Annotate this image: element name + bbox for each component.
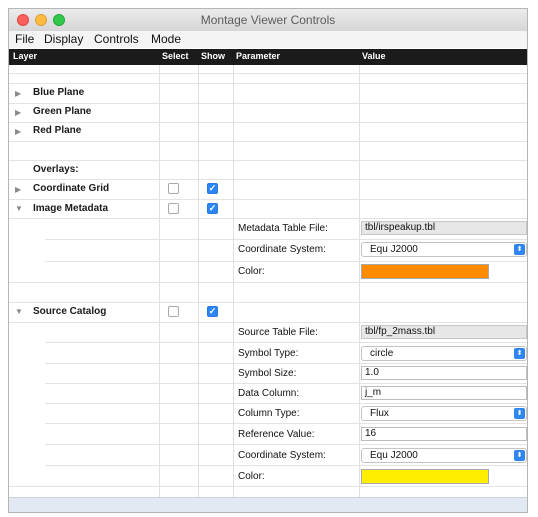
data-column-label: Data Column: <box>238 388 300 399</box>
source-table-file-field[interactable]: tbl/fp_2mass.tbl <box>361 325 527 339</box>
catalog-coordinate-system-select[interactable]: Equ J2000 ⬍ <box>361 448 527 463</box>
row-divider <box>9 141 527 142</box>
dropdown-arrow-icon: ⬍ <box>514 244 525 255</box>
row-divider <box>9 486 527 487</box>
expand-green-plane-icon[interactable]: ▶ <box>15 108 21 117</box>
dropdown-arrow-icon: ⬍ <box>514 348 525 359</box>
table-header: Layer Select Show Parameter Value <box>9 49 527 65</box>
row-divider <box>9 302 527 303</box>
row-divider <box>45 403 527 404</box>
image-metadata-show-checkbox[interactable]: ✓ <box>207 203 218 214</box>
row-divider <box>45 239 527 240</box>
layer-source-catalog[interactable]: Source Catalog <box>33 306 106 317</box>
column-header-select: Select <box>162 51 189 61</box>
column-type-value: Flux <box>370 408 389 419</box>
catalog-coordinate-system-value: Equ J2000 <box>370 450 418 461</box>
column-header-parameter: Parameter <box>236 51 281 61</box>
coordinate-grid-select-checkbox[interactable] <box>168 183 179 194</box>
expand-coordinate-grid-icon[interactable]: ▶ <box>15 185 21 194</box>
montage-viewer-window: Montage Viewer Controls File Display Con… <box>8 8 528 513</box>
row-divider <box>45 261 527 262</box>
image-metadata-select-checkbox[interactable] <box>168 203 179 214</box>
source-catalog-show-checkbox[interactable]: ✓ <box>207 306 218 317</box>
data-column-field[interactable]: j_m <box>361 386 527 400</box>
overlays-heading: Overlays: <box>33 164 79 175</box>
window-title: Montage Viewer Controls <box>200 13 336 27</box>
row-divider <box>9 282 527 283</box>
row-divider <box>9 103 527 104</box>
row-divider <box>9 199 527 200</box>
metadata-table-file-field[interactable]: tbl/irspeakup.tbl <box>361 221 527 235</box>
symbol-type-value: circle <box>370 348 394 359</box>
menu-bar: File Display Controls Mode <box>9 31 527 48</box>
source-catalog-select-checkbox[interactable] <box>168 306 179 317</box>
catalog-color-swatch[interactable] <box>361 469 489 484</box>
column-type-select[interactable]: Flux ⬍ <box>361 406 527 421</box>
row-divider <box>45 465 527 466</box>
column-type-label: Column Type: <box>238 408 300 419</box>
layer-image-metadata[interactable]: Image Metadata <box>33 203 108 214</box>
expand-red-plane-icon[interactable]: ▶ <box>15 127 21 136</box>
collapse-image-metadata-icon[interactable]: ▼ <box>15 204 23 213</box>
metadata-coordinate-system-label: Coordinate System: <box>238 244 326 255</box>
reference-value-label: Reference Value: <box>238 429 315 440</box>
reference-value-field[interactable]: 16 <box>361 427 527 441</box>
layer-blue-plane[interactable]: Blue Plane <box>33 87 84 98</box>
row-divider <box>45 342 527 343</box>
column-header-layer: Layer <box>13 51 38 61</box>
status-bar <box>9 497 527 512</box>
layer-green-plane[interactable]: Green Plane <box>33 106 91 117</box>
catalog-color-label: Color: <box>238 471 265 482</box>
coordinate-grid-show-checkbox[interactable]: ✓ <box>207 183 218 194</box>
dropdown-arrow-icon: ⬍ <box>514 450 525 461</box>
row-divider <box>9 73 527 74</box>
row-divider <box>45 423 527 424</box>
metadata-color-swatch[interactable] <box>361 264 489 279</box>
row-divider <box>9 160 527 161</box>
collapse-source-catalog-icon[interactable]: ▼ <box>15 307 23 316</box>
row-divider <box>45 444 527 445</box>
layer-coordinate-grid[interactable]: Coordinate Grid <box>33 183 109 194</box>
expand-blue-plane-icon[interactable]: ▶ <box>15 89 21 98</box>
title-bar: Montage Viewer Controls <box>9 9 527 32</box>
symbol-type-label: Symbol Type: <box>238 348 299 359</box>
row-divider <box>9 179 527 180</box>
row-divider <box>45 383 527 384</box>
menu-display[interactable]: Display <box>44 32 83 46</box>
metadata-table-file-label: Metadata Table File: <box>238 223 328 234</box>
column-header-value: Value <box>362 51 386 61</box>
metadata-coordinate-system-select[interactable]: Equ J2000 ⬍ <box>361 242 527 257</box>
source-table-file-label: Source Table File: <box>238 327 318 338</box>
column-header-show: Show <box>201 51 225 61</box>
symbol-type-select[interactable]: circle ⬍ <box>361 346 527 361</box>
dropdown-arrow-icon: ⬍ <box>514 408 525 419</box>
metadata-color-label: Color: <box>238 266 265 277</box>
metadata-coordinate-system-value: Equ J2000 <box>370 244 418 255</box>
symbol-size-field[interactable]: 1.0 <box>361 366 527 380</box>
menu-file[interactable]: File <box>15 32 34 46</box>
menu-mode[interactable]: Mode <box>151 32 181 46</box>
layer-red-plane[interactable]: Red Plane <box>33 125 81 136</box>
row-divider <box>9 122 527 123</box>
row-divider <box>9 83 527 84</box>
catalog-coordinate-system-label: Coordinate System: <box>238 450 326 461</box>
row-divider <box>9 322 527 323</box>
menu-controls[interactable]: Controls <box>94 32 139 46</box>
row-divider <box>45 363 527 364</box>
row-divider <box>9 218 527 219</box>
symbol-size-label: Symbol Size: <box>238 368 297 379</box>
